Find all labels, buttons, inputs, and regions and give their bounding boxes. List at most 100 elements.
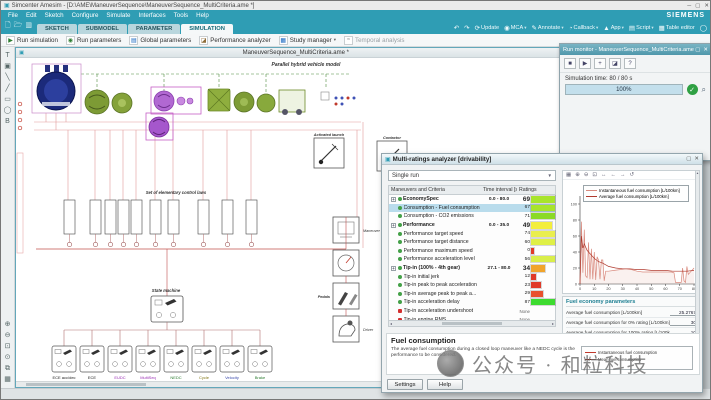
image-tool-icon[interactable]: ▣ bbox=[4, 61, 11, 72]
maneuver-block[interactable]: Maneuver bbox=[333, 217, 381, 243]
ratings-row[interactable]: Tip-in peak to peak acceleration23 bbox=[389, 281, 555, 290]
help-button[interactable]: Help bbox=[427, 379, 463, 390]
tab-sketch[interactable]: SKETCH bbox=[37, 24, 77, 34]
tab-submodel[interactable]: SUBMODEL bbox=[78, 24, 127, 34]
tree-leaf-box[interactable] bbox=[52, 346, 76, 372]
column-criteria[interactable]: Maneuvers and Criteria bbox=[389, 187, 481, 193]
chart-tool-7[interactable]: ↺ bbox=[630, 172, 635, 178]
chart-tool-5[interactable]: ← bbox=[611, 172, 617, 178]
run-monitor-maximize-icon[interactable]: ▢ bbox=[695, 47, 700, 53]
toolbar-temporal-analysis[interactable]: ≈Temporal analysis bbox=[344, 36, 405, 45]
zoom-in-icon[interactable]: ⊕ bbox=[5, 319, 11, 330]
tree-leaf-box[interactable] bbox=[108, 346, 132, 372]
new-file-icon[interactable]: 🗋 bbox=[5, 21, 11, 32]
stop-button[interactable]: ■ bbox=[564, 58, 576, 69]
ratings-row[interactable]: Consumption - Fuel consumption67 bbox=[389, 204, 555, 213]
tool-table-editor[interactable]: ▦Table editor bbox=[659, 24, 695, 32]
analyzer-close-icon[interactable]: ✕ bbox=[694, 156, 699, 162]
grid-icon[interactable]: ▦ bbox=[4, 374, 11, 385]
state-machine-root[interactable] bbox=[151, 296, 183, 322]
control-block[interactable] bbox=[246, 200, 257, 234]
rect-tool-icon[interactable]: ▭ bbox=[4, 94, 11, 105]
param-value[interactable]: 30 bbox=[670, 320, 696, 326]
ratings-row[interactable]: +EconomySpec0.0 - 80.069 bbox=[389, 195, 555, 204]
chart-tool-1[interactable]: ⊕ bbox=[575, 172, 580, 178]
tree-leaf-box[interactable] bbox=[136, 346, 160, 372]
ratings-row[interactable]: Tip-in average peak to peak a...29 bbox=[389, 290, 555, 299]
brake-icon[interactable] bbox=[257, 94, 275, 112]
ratings-row[interactable]: Performance target speed74 bbox=[389, 229, 555, 238]
expander-icon[interactable]: + bbox=[391, 266, 396, 271]
analysis-button[interactable]: ◪ bbox=[609, 58, 621, 69]
library-icon[interactable]: B bbox=[5, 116, 10, 127]
activated-launch-block[interactable]: Activated launch bbox=[313, 133, 345, 168]
panel-vscrollbar[interactable]: ▴ ▾ bbox=[695, 170, 700, 342]
ratings-row[interactable]: +Tip-in (100% - 4th gear)27.1 - 80.034 bbox=[389, 264, 555, 273]
add-button[interactable]: + bbox=[594, 58, 606, 69]
control-block[interactable] bbox=[105, 200, 116, 234]
tool-help[interactable]: ◯ bbox=[700, 24, 707, 32]
chart-tool-2[interactable]: ⊖ bbox=[584, 172, 589, 178]
ratings-row[interactable]: +Performance0.0 - 35.049 bbox=[389, 221, 555, 230]
ratings-row[interactable]: Tip-in acceleration undershootNone bbox=[389, 307, 555, 316]
tool-undo[interactable]: ↶ bbox=[454, 24, 459, 32]
ratings-row[interactable]: Performance acceleration level56 bbox=[389, 255, 555, 264]
toolbar-performance-analyzer[interactable]: ◪Performance analyzer bbox=[199, 36, 271, 45]
play-button[interactable]: ▶ bbox=[579, 58, 591, 69]
toolbar-study-manager[interactable]: ▦Study manager▾ bbox=[279, 36, 336, 45]
menu-simulate[interactable]: Simulate bbox=[102, 12, 134, 19]
ratings-row[interactable]: Tip-in initial jerk12 bbox=[389, 272, 555, 281]
line-tool-icon[interactable]: ╲ bbox=[5, 72, 9, 83]
ratings-row[interactable]: Performance maximum speed0 bbox=[389, 247, 555, 256]
tree-leaf-box[interactable] bbox=[164, 346, 188, 372]
ratings-row[interactable]: Consumption - CO2 emissions71 bbox=[389, 212, 555, 221]
control-block[interactable] bbox=[150, 200, 161, 234]
save-file-icon[interactable]: ▥ bbox=[25, 21, 32, 32]
table-hscrollbar[interactable]: ◂ ▸ bbox=[388, 320, 556, 327]
polyline-tool-icon[interactable]: ╱ bbox=[5, 83, 9, 94]
menu-sketch[interactable]: Sketch bbox=[41, 12, 68, 19]
tree-leaf-box[interactable] bbox=[192, 346, 216, 372]
pages-icon[interactable]: ⧉ bbox=[5, 363, 10, 374]
menu-edit[interactable]: Edit bbox=[22, 12, 41, 19]
tool-app[interactable]: ▲App▾ bbox=[603, 25, 624, 32]
tool-redo[interactable]: ↷ bbox=[464, 24, 469, 32]
scroll-left-icon[interactable]: ◂ bbox=[390, 321, 392, 326]
tool-mca[interactable]: ◉MCA▾ bbox=[504, 24, 526, 32]
tab-simulation[interactable]: SIMULATION bbox=[181, 24, 233, 34]
control-block[interactable] bbox=[222, 200, 233, 234]
maximize-icon[interactable]: ▢ bbox=[695, 3, 700, 9]
ellipse-tool-icon[interactable]: ◯ bbox=[4, 105, 12, 116]
inspect-icon[interactable]: ⌕ bbox=[702, 85, 706, 95]
clutch-icon[interactable] bbox=[85, 90, 109, 114]
zoom-out-icon[interactable]: ⊖ bbox=[5, 330, 11, 341]
chart-tool-3[interactable]: ⊡ bbox=[592, 172, 597, 178]
zoom-select-icon[interactable]: ⊙ bbox=[5, 352, 11, 363]
tool-update[interactable]: ⟳Update bbox=[475, 24, 500, 32]
toolbar-run-parameters[interactable]: ◉Run parameters bbox=[66, 36, 121, 45]
control-block[interactable] bbox=[64, 200, 75, 234]
scroll-up-icon[interactable]: ▴ bbox=[697, 171, 699, 175]
toolbar-global-parameters[interactable]: ▤Global parameters bbox=[129, 36, 191, 45]
tree-leaf-box[interactable] bbox=[248, 346, 272, 372]
tool-callback[interactable]: ◔Callback▾ bbox=[569, 25, 599, 32]
ratings-row[interactable]: Performance target distance60 bbox=[389, 238, 555, 247]
ratings-row[interactable]: Tip-in acceleration delay87 bbox=[389, 298, 555, 307]
control-block[interactable] bbox=[131, 200, 142, 234]
column-ratings[interactable]: Ratings bbox=[517, 187, 555, 193]
differential-icon[interactable] bbox=[208, 89, 230, 111]
electric-motor-icon[interactable] bbox=[146, 113, 173, 140]
gearbox-icon[interactable] bbox=[151, 87, 201, 114]
menu-file[interactable]: File bbox=[4, 12, 22, 19]
wheel-icon[interactable] bbox=[234, 92, 254, 112]
param-value[interactable]: 25.2767 bbox=[670, 310, 696, 316]
tree-leaf-box[interactable] bbox=[80, 346, 104, 372]
open-file-icon[interactable]: 🗁 bbox=[14, 21, 23, 32]
menu-configure[interactable]: Configure bbox=[68, 12, 103, 19]
run-monitor-close-icon[interactable]: ✕ bbox=[703, 47, 708, 53]
tool-script[interactable]: ▤Script▾ bbox=[629, 24, 654, 32]
control-block[interactable] bbox=[168, 200, 179, 234]
chart-tool-4[interactable]: ↔ bbox=[601, 172, 607, 178]
driver-block[interactable]: Driver bbox=[333, 316, 374, 342]
menu-help[interactable]: Help bbox=[192, 12, 213, 19]
